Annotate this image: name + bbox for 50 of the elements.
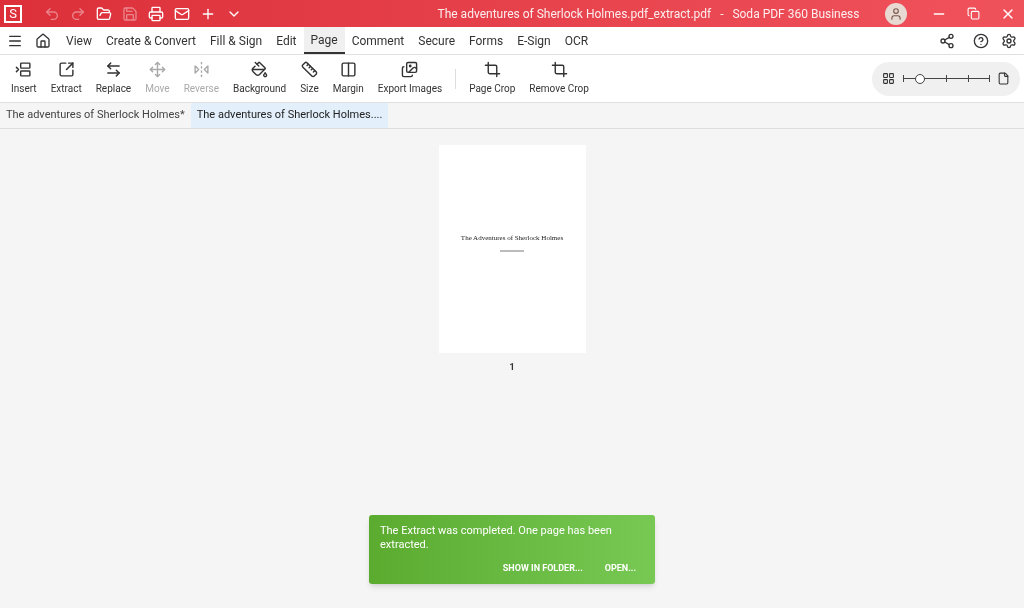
images-icon [401,61,419,78]
ribbon-button[interactable]: Export Images [370,61,450,96]
author-line [500,249,524,252]
grid-view-icon[interactable] [882,72,895,85]
zoom-slider[interactable] [903,73,989,84]
paint-bucket-icon [251,61,269,78]
ribbon-button[interactable]: Insert [4,61,44,96]
ribbon-button[interactable]: Margin [325,61,371,96]
menu-tab[interactable]: View [59,27,99,54]
crop-icon [483,61,501,78]
slider-thumb[interactable] [915,73,926,84]
avatar[interactable] [885,2,907,25]
menu-tab[interactable]: Page [303,27,345,54]
menu-tab[interactable]: Fill & Sign [203,27,270,54]
ribbon-button[interactable]: Background [226,61,294,96]
insert-icon [15,61,33,78]
margin-icon [339,61,357,78]
settings-icon[interactable] [1001,32,1017,49]
menu-tab[interactable]: E-Sign [510,27,558,54]
folder-icon[interactable] [96,5,112,22]
document-tab[interactable]: The adventures of Sherlock Holmes.... [190,103,389,128]
menu-tab[interactable]: OCR [557,27,596,54]
menu-tab[interactable]: Secure [411,27,462,54]
menu-tab[interactable]: Forms [462,27,511,54]
extract-icon [57,61,75,78]
document-tab[interactable]: The adventures of Sherlock Holmes* [0,103,191,128]
window-title: The adventures of Sherlock Holmes.pdf_extract.pdf - Soda PDF 360 Business [436,5,861,23]
ribbon-button[interactable]: Extract [43,61,89,96]
reverse-icon [192,61,210,78]
restore-icon[interactable] [967,7,980,20]
move-arrows-icon [148,61,166,78]
menu-tab[interactable]: Edit [269,27,304,54]
home-icon[interactable] [35,32,51,49]
remove-crop-icon [550,61,568,78]
menu-tab[interactable]: Create & Convert [98,27,203,54]
replace-icon [104,61,122,78]
page-number: 1 [509,361,515,374]
mail-icon[interactable] [174,5,190,22]
share-icon[interactable] [939,32,955,49]
ribbon-button[interactable]: Replace [88,61,139,96]
menu-tab[interactable]: Comment [344,27,412,54]
app-logo[interactable]: S [4,4,22,23]
ribbon-button[interactable]: Remove Crop [522,61,596,96]
ribbon-button[interactable]: Size [293,61,326,96]
print-icon[interactable] [148,5,164,22]
size-icon [300,61,318,78]
ribbon-button[interactable]: Page Crop [462,61,523,96]
page-view-icon[interactable] [997,72,1010,85]
toast-message: The Extract was completed. One page has been extracted. [380,524,613,552]
help-icon[interactable] [973,32,989,49]
